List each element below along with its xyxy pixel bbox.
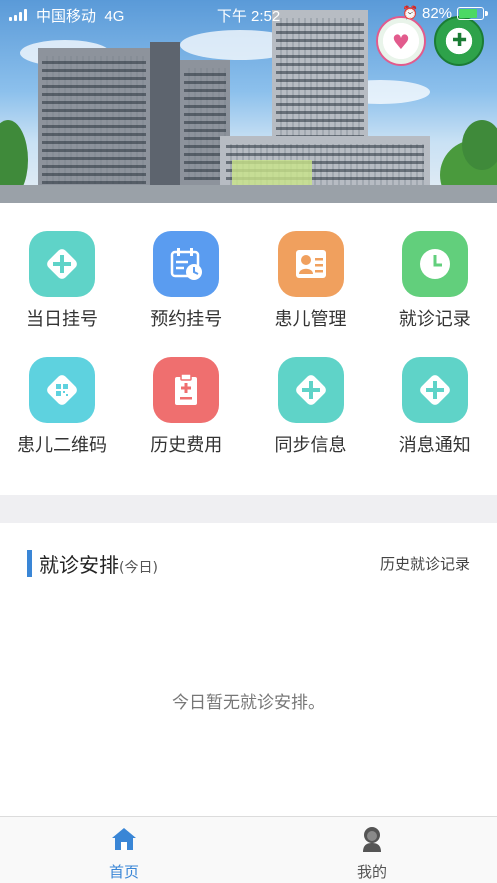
grid-item-label: 就诊记录 [398, 309, 471, 330]
grid-item-8[interactable]: 消息通知 [373, 329, 497, 456]
calendar-clock-icon [153, 231, 220, 297]
qr-code-icon [29, 357, 95, 423]
status-bar: 中国移动 4G 下午 2:52 ⏰ 82% [0, 0, 497, 28]
schedule-subtitle: (今日) [119, 560, 158, 576]
grid-item-label: 患儿二维码 [17, 435, 107, 456]
grid-item-4[interactable]: 就诊记录 [373, 203, 497, 330]
grid-item-label: 历史费用 [150, 435, 223, 456]
function-grid: 当日挂号 预约挂号 患儿管理 就诊记录患儿二维码 历史费用 同步信息 消息通知 [0, 203, 497, 495]
section-accent-bar [27, 550, 32, 577]
user-icon [363, 827, 381, 852]
grid-item-1[interactable]: 当日挂号 [0, 203, 124, 330]
hospital-banner: ♥ ✚ [0, 0, 497, 203]
grid-item-5[interactable]: 患儿二维码 [0, 329, 124, 456]
clock-icon [401, 231, 468, 297]
schedule-section: 就诊安排(今日) 历史就诊记录 今日暂无就诊安排。 [0, 523, 497, 816]
history-records-link[interactable]: 历史就诊记录 [380, 553, 470, 574]
grid-item-6[interactable]: 历史费用 [124, 329, 248, 456]
tab-home-label: 首页 [108, 863, 139, 881]
plus-diamond-icon [401, 357, 468, 423]
grid-item-7[interactable]: 同步信息 [249, 329, 373, 456]
grid-item-2[interactable]: 预约挂号 [124, 203, 248, 330]
clipboard-icon [153, 357, 220, 423]
grid-item-3[interactable]: 患儿管理 [249, 203, 373, 330]
tab-home[interactable]: 首页 [0, 817, 248, 883]
home-icon [112, 828, 136, 850]
plus-diamond-icon [29, 231, 95, 297]
tab-mine-label: 我的 [356, 863, 387, 881]
battery-icon [457, 7, 488, 20]
schedule-title: 就诊安排(今日) [39, 553, 158, 577]
grid-item-label: 同步信息 [274, 435, 347, 456]
battery-percent: 82% [422, 5, 453, 22]
grid-item-label: 当日挂号 [26, 309, 98, 330]
section-divider [0, 495, 497, 523]
id-card-icon [277, 231, 344, 297]
tab-bar: 首页 我的 [0, 816, 497, 883]
grid-item-label: 消息通知 [398, 435, 471, 456]
empty-state-text: 今日暂无就诊安排。 [172, 693, 325, 713]
alarm-icon: ⏰ [402, 5, 419, 20]
tab-mine[interactable]: 我的 [248, 817, 496, 883]
plus-diamond-icon [277, 357, 344, 423]
grid-item-label: 患儿管理 [274, 309, 347, 330]
grid-item-label: 预约挂号 [150, 309, 223, 330]
